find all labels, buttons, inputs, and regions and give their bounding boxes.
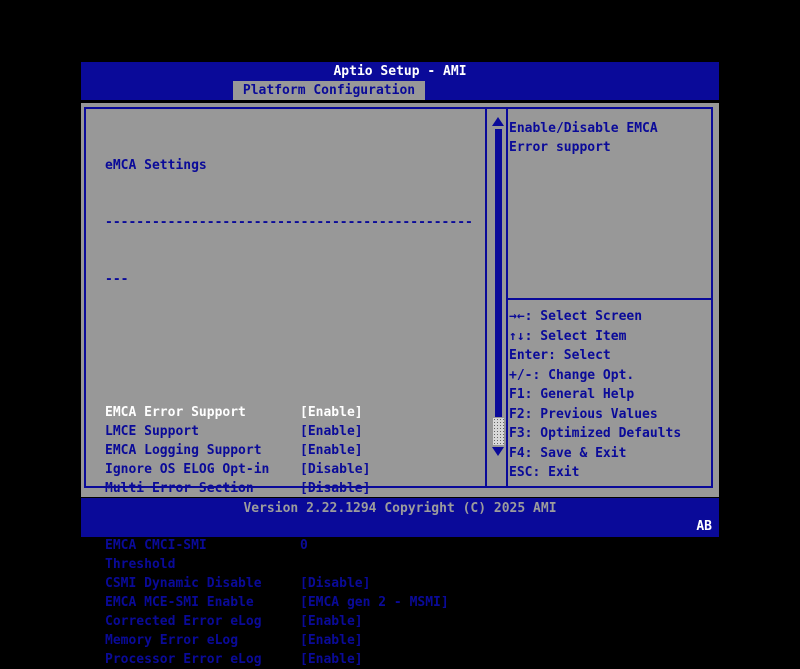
setting-row[interactable]: Corrected Error eLog [Enable]: [105, 612, 473, 631]
setting-label: LMCE Support: [105, 424, 199, 439]
header-bar: Aptio Setup - AMI Platform Configuration: [81, 62, 719, 100]
legend-line: F2: Previous Values: [509, 405, 681, 425]
setting-label: Multi Error Section: [105, 481, 254, 496]
section-title: eMCA Settings: [105, 156, 473, 175]
setting-row[interactable]: Processor Error eLog [Enable]: [105, 650, 473, 669]
setting-row[interactable]: EMCA CMCI-SMI 0: [105, 536, 473, 555]
setting-label: EMCA MCE-SMI Enable: [105, 595, 254, 610]
setting-value: [EMCA gen 2 - MSMI]: [300, 593, 449, 612]
scrollbar-track[interactable]: [495, 129, 502, 417]
setting-value: 0: [300, 536, 308, 555]
tab-platform-configuration[interactable]: Platform Configuration: [233, 81, 425, 100]
version-text: Version 2.22.1294 Copyright (C) 2025 AMI: [81, 501, 719, 516]
setting-row[interactable]: Ignore OS ELOG Opt-in [Disable]: [105, 460, 473, 479]
section-separator-wrap: ---: [105, 270, 473, 289]
legend-line: ESC: Exit: [509, 463, 681, 483]
legend-line: Enter: Select: [509, 346, 681, 366]
legend-line: +/-: Change Opt.: [509, 366, 681, 386]
setting-value: [Enable]: [300, 422, 363, 441]
setting-label: EMCA Logging Support: [105, 443, 262, 458]
footer-bar: Version 2.22.1294 Copyright (C) 2025 AMI…: [81, 498, 719, 537]
help-line: Enable/Disable EMCA: [509, 119, 658, 138]
legend-line: F4: Save & Exit: [509, 444, 681, 464]
scrollbar-thumb[interactable]: [493, 418, 504, 445]
scroll-down-icon[interactable]: [492, 447, 504, 456]
bios-content: Aptio Setup - AMI Platform Configuration…: [81, 62, 719, 537]
setting-value: [Disable]: [300, 460, 370, 479]
setting-label: EMCA CMCI-SMI: [105, 538, 207, 553]
scrollbar-separator: [485, 107, 487, 488]
setting-value: [Enable]: [300, 631, 363, 650]
setting-value: [Disable]: [300, 479, 370, 498]
setting-row[interactable]: Multi Error Section [Disable]: [105, 479, 473, 498]
setting-row[interactable]: Memory Error eLog [Enable]: [105, 631, 473, 650]
help-text: Enable/Disable EMCAError support: [509, 119, 658, 157]
setting-label: Corrected Error eLog: [105, 614, 262, 629]
main-panel: eMCA Settings --------------------------…: [81, 103, 719, 497]
bios-screen: Aptio Setup - AMI Platform Configuration…: [0, 0, 800, 600]
setting-label: Ignore OS ELOG Opt-in: [105, 462, 269, 477]
legend-line: ↑↓: Select Item: [509, 327, 681, 347]
setting-label: Memory Error eLog: [105, 633, 238, 648]
setting-label: Processor Error eLog: [105, 652, 262, 667]
help-line: Error support: [509, 138, 658, 157]
setting-row[interactable]: CSMI Dynamic Disable [Disable]: [105, 574, 473, 593]
setting-row[interactable]: EMCA Logging Support [Enable]: [105, 441, 473, 460]
setting-value: [Disable]: [300, 574, 370, 593]
footer-badge: AB: [696, 519, 712, 534]
setting-row[interactable]: LMCE Support [Enable]: [105, 422, 473, 441]
setting-row[interactable]: EMCA Error Support [Enable]: [105, 403, 473, 422]
blank-line: [105, 327, 473, 346]
setting-value: [Enable]: [300, 441, 363, 460]
scroll-up-icon[interactable]: [492, 117, 504, 126]
setting-row[interactable]: EMCA MCE-SMI Enable [EMCA gen 2 - MSMI]: [105, 593, 473, 612]
help-divider: [508, 298, 712, 300]
legend-line: F1: General Help: [509, 385, 681, 405]
setting-value: [Enable]: [300, 650, 363, 669]
setting-value: [Enable]: [300, 403, 363, 422]
settings-list: eMCA Settings --------------------------…: [105, 118, 473, 669]
setting-label-continuation: Threshold: [105, 555, 473, 574]
setting-label: CSMI Dynamic Disable: [105, 576, 262, 591]
setting-value: [Enable]: [300, 612, 363, 631]
legend-line: →←: Select Screen: [509, 307, 681, 327]
section-separator: ----------------------------------------…: [105, 213, 473, 232]
legend-line: F3: Optimized Defaults: [509, 424, 681, 444]
page-title: Aptio Setup - AMI: [81, 64, 719, 79]
key-legend: →←: Select Screen↑↓: Select ItemEnter: S…: [509, 307, 681, 483]
setting-label: EMCA Error Support: [105, 405, 246, 420]
